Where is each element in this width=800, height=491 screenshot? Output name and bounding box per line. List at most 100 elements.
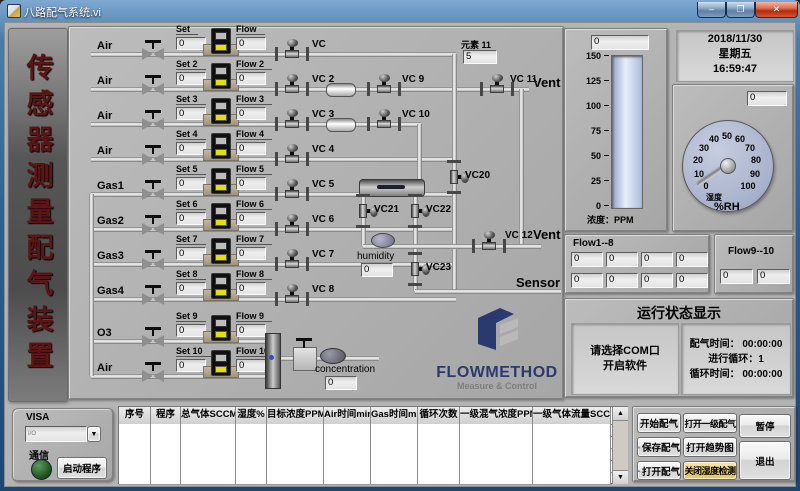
close-humidity-button[interactable]: 关闭湿度检测 xyxy=(683,461,737,480)
table-cell[interactable] xyxy=(151,460,181,472)
vc-valve-icon[interactable] xyxy=(285,85,299,93)
table-cell[interactable] xyxy=(371,472,418,484)
vc-valve-icon[interactable] xyxy=(411,204,419,218)
table-cell[interactable] xyxy=(324,472,371,484)
vc-valve-icon[interactable] xyxy=(275,117,278,131)
open-primary-gas-button[interactable]: 打开一级配气 xyxy=(683,413,737,433)
vc-valve-icon[interactable] xyxy=(367,82,370,96)
table-cell[interactable] xyxy=(181,460,236,472)
table-cell[interactable] xyxy=(236,472,267,484)
table-scrollbar[interactable]: ▲▼ xyxy=(612,407,628,483)
table-cell[interactable] xyxy=(371,424,418,436)
set-input[interactable]: 0 xyxy=(176,247,206,260)
pause-button[interactable]: 暂停 xyxy=(739,414,791,438)
vc-valve-icon[interactable] xyxy=(285,295,299,303)
open-gas-button[interactable]: 打开配气 xyxy=(637,461,681,480)
table-cell[interactable] xyxy=(181,448,236,460)
table-cell[interactable] xyxy=(181,436,236,448)
vc-valve-icon[interactable] xyxy=(398,82,401,96)
table-cell[interactable] xyxy=(460,448,533,460)
set-input[interactable]: 0 xyxy=(176,324,206,337)
table-cell[interactable] xyxy=(267,460,324,472)
vc-valve-icon[interactable] xyxy=(275,82,278,96)
vc-valve-icon[interactable] xyxy=(275,152,278,166)
vc-valve-icon[interactable] xyxy=(306,117,309,131)
table-cell[interactable] xyxy=(181,472,236,484)
vc-valve-icon[interactable] xyxy=(492,74,503,82)
table-cell[interactable] xyxy=(236,436,267,448)
table-cell[interactable] xyxy=(533,460,611,472)
table-cell[interactable] xyxy=(267,436,324,448)
table-cell[interactable] xyxy=(267,424,324,436)
table-cell[interactable] xyxy=(236,448,267,460)
vc-valve-icon[interactable] xyxy=(306,152,309,166)
vc-valve-icon[interactable] xyxy=(306,82,309,96)
set-input[interactable]: 0 xyxy=(176,107,206,120)
scroll-up-button[interactable]: ▲ xyxy=(613,407,628,421)
vc-valve-icon[interactable] xyxy=(503,239,506,253)
vc-valve-icon[interactable] xyxy=(275,187,278,201)
table-cell[interactable] xyxy=(236,424,267,436)
vc-valve-icon[interactable] xyxy=(275,257,278,271)
maximize-button[interactable]: ❐ xyxy=(726,2,755,18)
table-cell[interactable] xyxy=(119,448,151,460)
set-input[interactable]: 0 xyxy=(176,282,206,295)
set-input[interactable]: 0 xyxy=(176,72,206,85)
vc-valve-icon[interactable] xyxy=(306,257,309,271)
vc-valve-icon[interactable] xyxy=(285,50,299,58)
vc-valve-icon[interactable] xyxy=(356,225,370,228)
table-cell[interactable] xyxy=(267,448,324,460)
table-row[interactable] xyxy=(119,472,612,485)
vc-valve-icon[interactable] xyxy=(408,194,422,197)
vc-valve-icon[interactable] xyxy=(285,190,299,198)
vc-valve-icon[interactable] xyxy=(379,109,390,117)
vc-valve-icon[interactable] xyxy=(356,194,370,197)
scroll-down-button[interactable]: ▼ xyxy=(613,470,628,484)
set-input[interactable]: 0 xyxy=(176,142,206,155)
vc-valve-icon[interactable] xyxy=(447,191,461,194)
titlebar[interactable]: 八路配气系统.vi – ❐ ✕ xyxy=(0,0,800,22)
vc-valve-icon[interactable] xyxy=(287,109,298,117)
vc-valve-icon[interactable] xyxy=(359,204,367,218)
vc-valve-icon[interactable] xyxy=(287,249,298,257)
vc-valve-icon[interactable] xyxy=(408,225,422,228)
table-cell[interactable] xyxy=(119,424,151,436)
close-button[interactable]: ✕ xyxy=(755,2,798,18)
vc-valve-icon[interactable] xyxy=(408,252,422,255)
table-cell[interactable] xyxy=(418,460,460,472)
vc-valve-icon[interactable] xyxy=(408,283,422,286)
table-cell[interactable] xyxy=(460,460,533,472)
set-input[interactable]: 0 xyxy=(176,359,206,372)
table-cell[interactable] xyxy=(119,472,151,484)
vc-valve-icon[interactable] xyxy=(287,74,298,82)
table-cell[interactable] xyxy=(418,436,460,448)
open-trend-button[interactable]: 打开趋势图 xyxy=(683,437,737,457)
vc-valve-icon[interactable] xyxy=(285,120,299,128)
table-cell[interactable] xyxy=(324,436,371,448)
set-input[interactable]: 0 xyxy=(176,177,206,190)
vc-valve-icon[interactable] xyxy=(275,292,278,306)
vc-valve-icon[interactable] xyxy=(285,155,299,163)
table-cell[interactable] xyxy=(119,436,151,448)
vc-valve-icon[interactable] xyxy=(287,284,298,292)
table-cell[interactable] xyxy=(533,472,611,484)
vc-valve-icon[interactable] xyxy=(287,214,298,222)
table-cell[interactable] xyxy=(533,436,611,448)
vc-valve-icon[interactable] xyxy=(490,85,504,93)
visa-resource-input[interactable]: I/O xyxy=(25,426,87,442)
set-input[interactable]: 0 xyxy=(176,212,206,225)
vc-valve-icon[interactable] xyxy=(306,187,309,201)
minimize-button[interactable]: – xyxy=(697,2,726,18)
table-cell[interactable] xyxy=(181,424,236,436)
vc-valve-icon[interactable] xyxy=(379,74,390,82)
vc-valve-icon[interactable] xyxy=(450,170,458,184)
table-cell[interactable] xyxy=(418,472,460,484)
table-cell[interactable] xyxy=(533,448,611,460)
exit-button[interactable]: 退出 xyxy=(739,441,791,480)
program-table[interactable]: 序号程序总气体SCCM湿度%目标浓度PPMAir时间minGas时间min循环次… xyxy=(118,406,628,484)
vc-valve-icon[interactable] xyxy=(377,85,391,93)
vc-valve-icon[interactable] xyxy=(287,179,298,187)
vc-valve-icon[interactable] xyxy=(275,222,278,236)
vc-valve-icon[interactable] xyxy=(398,117,401,131)
table-cell[interactable] xyxy=(418,424,460,436)
